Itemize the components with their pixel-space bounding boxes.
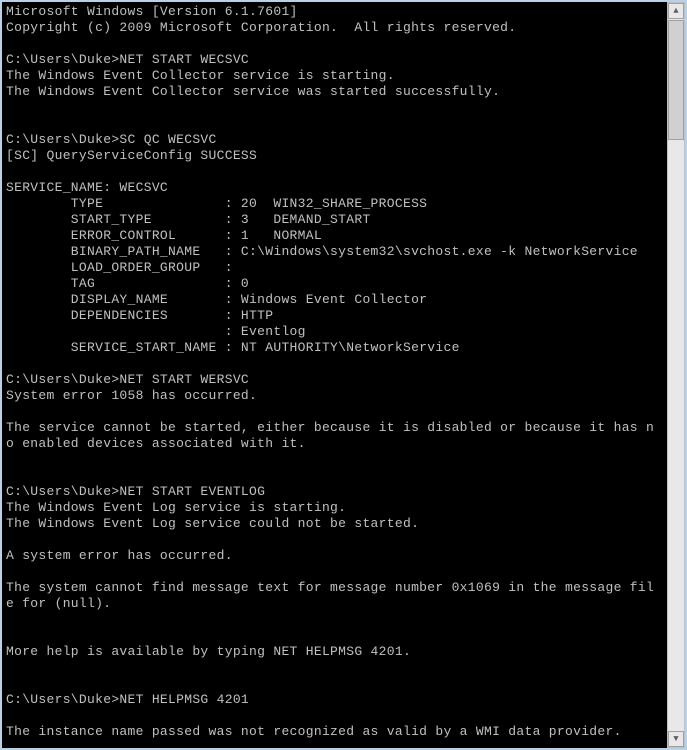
terminal-line: BINARY_PATH_NAME : C:\Windows\system32\s…	[6, 244, 663, 260]
terminal-line	[6, 164, 663, 180]
terminal-line: The service cannot be started, either be…	[6, 420, 663, 436]
terminal-line: C:\Users\Duke>NET HELPMSG 4201	[6, 692, 663, 708]
terminal-line: Copyright (c) 2009 Microsoft Corporation…	[6, 20, 663, 36]
terminal-line: START_TYPE : 3 DEMAND_START	[6, 212, 663, 228]
window-frame: Microsoft Windows [Version 6.1.7601]Copy…	[0, 0, 687, 750]
scroll-up-button[interactable]: ▲	[668, 3, 684, 19]
terminal-line: C:\Users\Duke>SC QC WECSVC	[6, 132, 663, 148]
scroll-thumb[interactable]	[668, 20, 684, 140]
terminal-line: C:\Users\Duke>NET START WERSVC	[6, 372, 663, 388]
chevron-down-icon: ▼	[673, 734, 678, 744]
terminal-line	[6, 468, 663, 484]
terminal-line: Microsoft Windows [Version 6.1.7601]	[6, 4, 663, 20]
terminal-line: o enabled devices associated with it.	[6, 436, 663, 452]
terminal-line: e for (null).	[6, 596, 663, 612]
terminal-line: DISPLAY_NAME : Windows Event Collector	[6, 292, 663, 308]
terminal-line	[6, 36, 663, 52]
terminal-line: DEPENDENCIES : HTTP	[6, 308, 663, 324]
terminal-line	[6, 452, 663, 468]
terminal-line: The Windows Event Collector service was …	[6, 84, 663, 100]
terminal-line: The Windows Event Log service could not …	[6, 516, 663, 532]
terminal-line	[6, 676, 663, 692]
terminal-line: The system cannot find message text for …	[6, 580, 663, 596]
terminal-line	[6, 356, 663, 372]
terminal-line: C:\Users\Duke>NET START EVENTLOG	[6, 484, 663, 500]
terminal-line: [SC] QueryServiceConfig SUCCESS	[6, 148, 663, 164]
terminal-line	[6, 660, 663, 676]
terminal-line	[6, 100, 663, 116]
terminal-line	[6, 532, 663, 548]
scroll-down-button[interactable]: ▼	[668, 731, 684, 747]
terminal-line: More help is available by typing NET HEL…	[6, 644, 663, 660]
terminal-line: The Windows Event Log service is startin…	[6, 500, 663, 516]
terminal-line	[6, 628, 663, 644]
terminal-line: TYPE : 20 WIN32_SHARE_PROCESS	[6, 196, 663, 212]
terminal-line: C:\Users\Duke>NET START WECSVC	[6, 52, 663, 68]
terminal-output[interactable]: Microsoft Windows [Version 6.1.7601]Copy…	[2, 2, 667, 748]
terminal-line	[6, 116, 663, 132]
vertical-scrollbar[interactable]: ▲ ▼	[667, 2, 685, 748]
terminal-line: A system error has occurred.	[6, 548, 663, 564]
terminal-line	[6, 564, 663, 580]
terminal-line: SERVICE_NAME: WECSVC	[6, 180, 663, 196]
terminal-line: The Windows Event Collector service is s…	[6, 68, 663, 84]
terminal-line: System error 1058 has occurred.	[6, 388, 663, 404]
terminal-line: : Eventlog	[6, 324, 663, 340]
terminal-line: TAG : 0	[6, 276, 663, 292]
terminal-line: LOAD_ORDER_GROUP :	[6, 260, 663, 276]
terminal-line	[6, 612, 663, 628]
chevron-up-icon: ▲	[673, 6, 678, 16]
terminal-line	[6, 404, 663, 420]
terminal-line	[6, 708, 663, 724]
terminal-line: The instance name passed was not recogni…	[6, 724, 663, 740]
terminal-line: ERROR_CONTROL : 1 NORMAL	[6, 228, 663, 244]
terminal-line: SERVICE_START_NAME : NT AUTHORITY\Networ…	[6, 340, 663, 356]
